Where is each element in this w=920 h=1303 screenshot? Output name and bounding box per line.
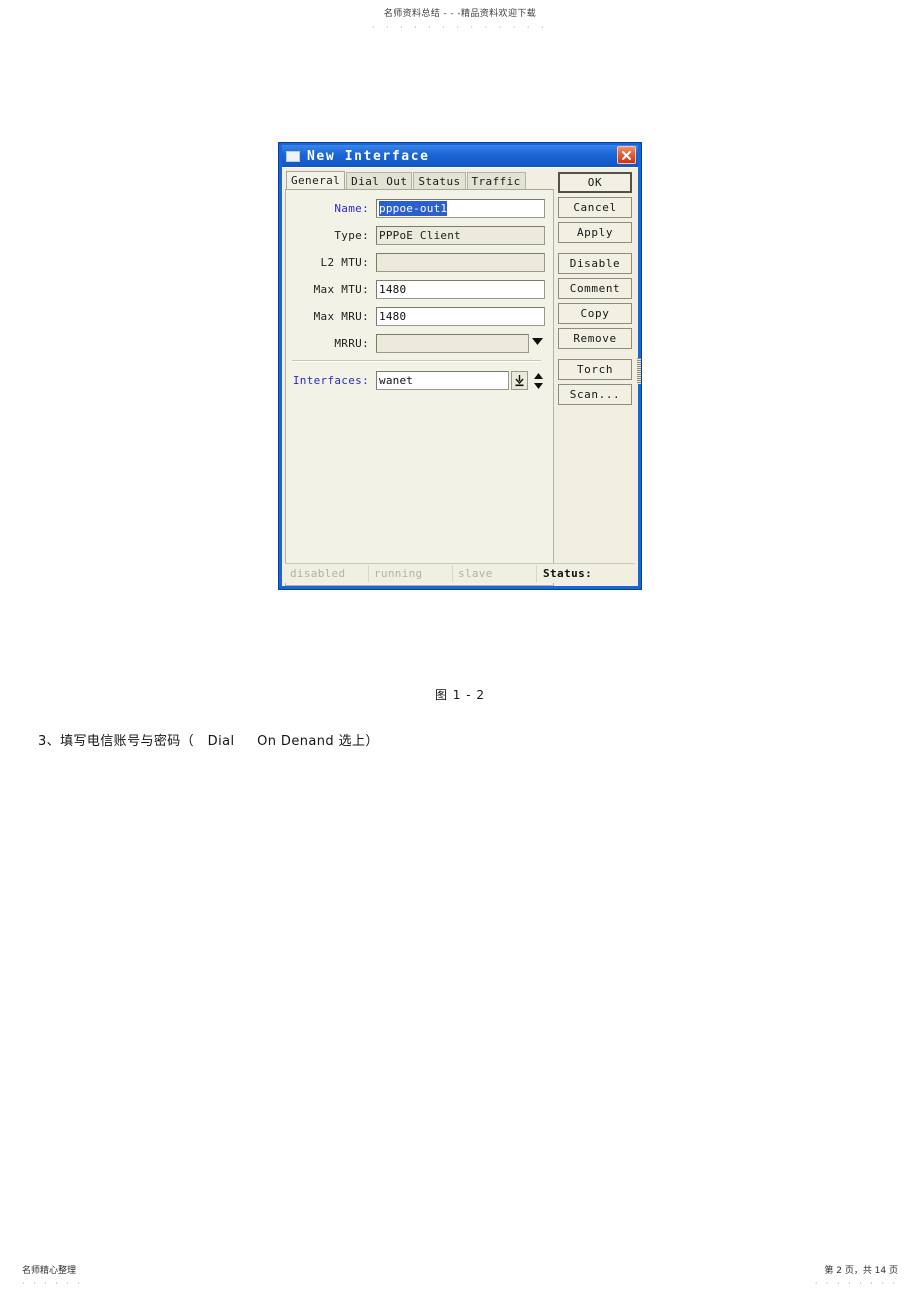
footer-right: 第 2 页，共 14 页 · · · · · · · · [815,1266,898,1289]
field-row-max-mtu: Max MTU: 1480 [290,279,545,300]
watermark-header-text: 名师资料总结 - - -精品资料欢迎下载 [383,9,537,19]
body-paragraph: 3、填写电信账号与密码（ Dial On Denand 选上） [38,734,379,749]
tab-traffic[interactable]: Traffic [466,172,526,189]
up-down-spinner-icon[interactable] [531,371,545,390]
max-mru-label: Max MRU: [313,310,369,323]
l2-mtu-label: L2 MTU: [320,256,369,269]
dialog-title: New Interface [307,148,430,164]
chevron-down-icon[interactable] [529,334,545,353]
dialog-statusbar: disabled running slave Status: [285,563,635,583]
max-mtu-input[interactable]: 1480 [376,280,545,299]
field-row-name: Name: pppoe-out1 [290,198,545,219]
footer-left-text: 名师精心整理 [22,1266,77,1276]
close-icon[interactable] [617,146,636,164]
interfaces-input[interactable]: wanet [376,371,509,390]
l2-mtu-input [376,253,545,272]
field-row-mrru: MRRU: [290,333,545,354]
page-number-text: 第 2 页，共 14 页 [824,1266,898,1276]
scan-button[interactable]: Scan... [558,384,632,405]
page-watermark-header: 名师资料总结 - - -精品资料欢迎下载 · · · · · · · · · ·… [0,8,920,34]
torch-button[interactable]: Torch [558,359,632,380]
footer-left-dots: · · · · · · [22,1279,83,1288]
name-label: Name: [334,202,369,215]
general-tab-panel: Name: pppoe-out1 Type: PPPoE Client L2 M… [285,189,554,586]
figure-caption: 图 1 - 2 [434,688,486,702]
type-label: Type: [334,229,369,242]
mrru-input [376,334,529,353]
max-mru-input[interactable]: 1480 [376,307,545,326]
type-input: PPPoE Client [376,226,545,245]
field-row-type: Type: PPPoE Client [290,225,545,246]
tab-dial-out[interactable]: Dial Out [346,172,413,189]
down-arrow-to-bar-icon[interactable] [511,371,528,390]
apply-button[interactable]: Apply [558,222,632,243]
mrru-label: MRRU: [334,337,369,350]
status-flag-disabled: disabled [285,565,369,582]
field-row-max-mru: Max MRU: 1480 [290,306,545,327]
tab-strip: General Dial Out Status Traffic [285,171,556,189]
dialog-titlebar[interactable]: New Interface [282,145,638,167]
resize-grip[interactable] [637,358,641,384]
watermark-header-dots: · · · · · · · · · · · · · [371,23,549,32]
tab-general[interactable]: General [286,171,346,189]
interfaces-label: Interfaces: [292,374,369,387]
footer-left: 名师精心整理 · · · · · · [22,1266,83,1289]
name-input[interactable]: pppoe-out1 [376,199,545,218]
name-input-value: pppoe-out1 [379,201,448,216]
remove-button[interactable]: Remove [558,328,632,349]
max-mtu-label: Max MTU: [313,283,369,296]
new-interface-dialog: New Interface General Dial Out Status Tr… [278,142,642,590]
dialog-button-column: OK Cancel Apply Disable Comment Copy Rem… [556,168,638,586]
comment-button[interactable]: Comment [558,278,632,299]
disable-button[interactable]: Disable [558,253,632,274]
section-divider [292,360,541,362]
status-flag-running: running [369,565,453,582]
ok-button[interactable]: OK [558,172,632,193]
window-icon [286,150,300,162]
copy-button[interactable]: Copy [558,303,632,324]
status-label: Status: [543,567,593,580]
field-row-l2-mtu: L2 MTU: [290,252,545,273]
field-row-interfaces: Interfaces: wanet [290,370,545,391]
dialog-left-column: General Dial Out Status Traffic Name: pp… [282,168,556,586]
status-flag-slave: slave [453,565,537,582]
footer-right-dots: · · · · · · · · [814,1279,898,1288]
dialog-body: General Dial Out Status Traffic Name: pp… [282,167,641,586]
cancel-button[interactable]: Cancel [558,197,632,218]
tab-status[interactable]: Status [413,172,466,189]
